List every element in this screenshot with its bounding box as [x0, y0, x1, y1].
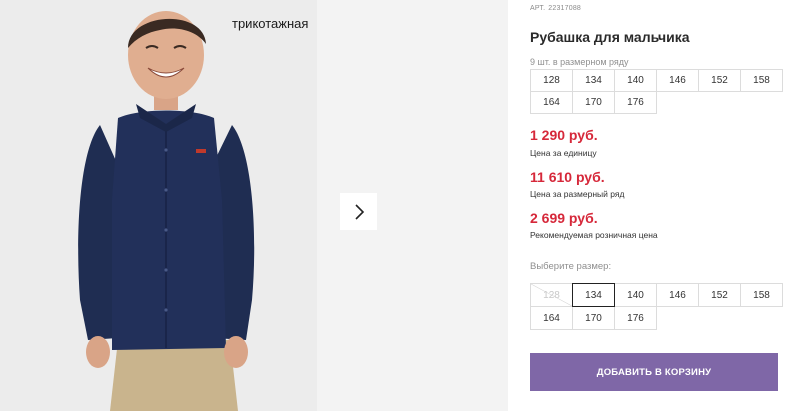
size-picker: 128 134 140 146 152 158 164 170 176 — [530, 283, 783, 330]
size-range-cell: 152 — [698, 69, 741, 92]
size-range-price-caption: Цена за размерный ряд — [530, 189, 625, 199]
retail-price-caption: Рекомендуемая розничная цена — [530, 230, 658, 240]
size-range-price: 11 610 руб. — [530, 169, 605, 185]
product-gallery: трикотажная — [0, 0, 508, 411]
size-option-170[interactable]: 170 — [572, 306, 615, 330]
article-label: АРТ. — [530, 5, 546, 12]
unit-price-caption: Цена за единицу — [530, 148, 597, 158]
size-option-164[interactable]: 164 — [530, 306, 573, 330]
size-range-grid: 128 134 140 146 152 158 164 170 176 — [530, 69, 783, 114]
chevron-right-icon — [354, 203, 364, 220]
retail-price: 2 699 руб. — [530, 210, 598, 226]
article-number: АРТ. 22317088 — [530, 5, 584, 12]
size-option-158[interactable]: 158 — [740, 283, 783, 307]
unit-price: 1 290 руб. — [530, 127, 598, 143]
size-option-152[interactable]: 152 — [698, 283, 741, 307]
boy-in-shirt-illustration — [0, 0, 317, 411]
size-range-cell: 140 — [614, 69, 657, 92]
size-range-cell: 128 — [530, 69, 573, 92]
size-option-128[interactable]: 128 — [530, 283, 573, 307]
size-range-cell: 164 — [530, 91, 573, 114]
product-photo[interactable]: трикотажная — [0, 0, 317, 411]
size-option-176[interactable]: 176 — [614, 306, 657, 330]
size-range-note: 9 шт. в размерном ряду — [530, 57, 629, 67]
size-range-cell: 158 — [740, 69, 783, 92]
article-value: 22317088 — [548, 5, 582, 12]
product-title: Рубашка для мальчика — [530, 29, 690, 45]
size-option-146[interactable]: 146 — [656, 283, 699, 307]
next-photo-button[interactable] — [340, 193, 377, 230]
size-range-cell: 146 — [656, 69, 699, 92]
add-to-cart-button[interactable]: ДОБАВИТЬ В КОРЗИНУ — [530, 353, 778, 391]
size-range-cell: 176 — [614, 91, 657, 114]
size-option-140[interactable]: 140 — [614, 283, 657, 307]
size-range-cell: 170 — [572, 91, 615, 114]
size-option-134[interactable]: 134 — [572, 283, 615, 307]
size-range-cell: 134 — [572, 69, 615, 92]
size-picker-label: Выберите размер: — [530, 261, 612, 272]
material-badge: трикотажная — [232, 16, 309, 31]
